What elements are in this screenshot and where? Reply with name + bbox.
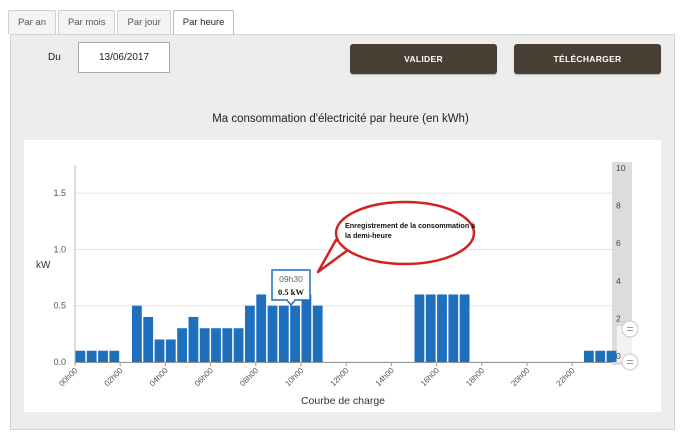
bar [177,328,187,362]
x-axis-title: Courbe de charge [301,395,385,407]
bar [188,316,199,362]
bar [301,294,312,362]
y-axis-label: kW [36,260,51,271]
bar [132,305,142,362]
navigator-handle[interactable] [621,320,639,338]
bar [222,328,233,362]
bar [245,305,255,362]
x-tick-label: 22h00 [555,366,577,388]
tooltip-value: 0.5 kW [278,287,304,297]
navigator-tick-label: 2 [616,313,621,323]
y-tick-label: 1.5 [53,188,66,198]
bar [448,294,459,362]
navigator-handle[interactable] [621,353,639,371]
bar [267,305,278,362]
bar [584,350,594,362]
bar [75,350,86,362]
bar [312,305,323,362]
bar [606,350,617,362]
x-tick-label: 04h00 [148,366,170,388]
x-tick-label: 10h00 [283,366,305,388]
bar [256,294,267,362]
bar [233,328,244,362]
bar [425,294,436,362]
bar [165,339,176,362]
x-tick-label: 18h00 [464,366,486,388]
x-tick-label: 12h00 [329,366,351,388]
x-tick-label: 02h00 [103,366,125,388]
bar [109,350,120,362]
bar [86,350,97,362]
bar [278,305,289,362]
callout-text-line-1: Enregistrement de la consommation à [345,221,476,230]
x-tick-label: 06h00 [193,366,215,388]
bar [414,294,425,362]
bar [595,350,606,362]
x-tick-label: 08h00 [238,366,260,388]
bar [143,316,154,362]
bar [199,328,210,362]
bar [459,294,470,362]
bar [98,350,108,362]
navigator-tick-label: 4 [616,276,621,286]
bar [437,294,447,362]
x-tick-label: 14h00 [374,366,396,388]
y-tick-label: 0.5 [53,301,66,311]
consumption-chart: 0.0 0.5 1.0 1.5 kW 10 8 6 4 2 0 00h00 02h00 04h00 06h0… [36,162,639,407]
navigator-tick-label: 6 [616,238,621,248]
x-tick-label: 20h00 [509,366,531,388]
navigator-tick-label: 8 [616,201,621,211]
navigator-tick-label: 0 [616,351,621,361]
bar [290,305,300,362]
navigator-tick-label: 10 [616,163,626,173]
y-tick-label: 0.0 [53,357,66,367]
callout-text-line-2: la demi-heure [345,231,392,240]
bar [154,339,165,362]
y-tick-label: 1.0 [53,244,66,254]
tooltip-time: 09h30 [279,274,303,284]
bar [211,328,221,362]
x-tick-label: 16h00 [419,366,441,388]
x-tick-label: 00h00 [57,366,79,388]
